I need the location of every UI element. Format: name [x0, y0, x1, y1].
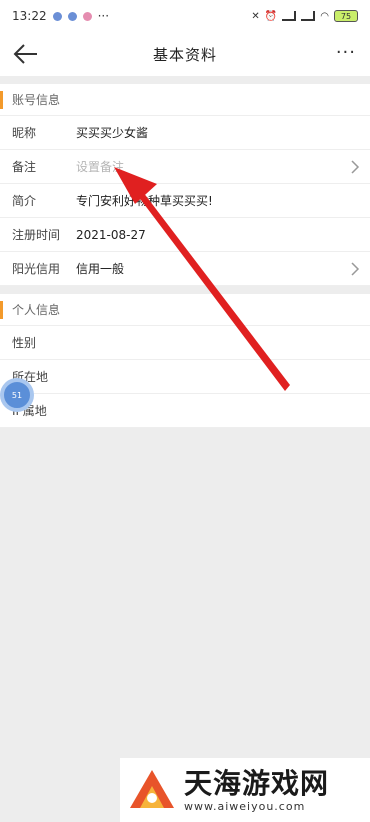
sunshine-credit-row[interactable]: 阳光信用 信用一般 — [0, 252, 370, 286]
location-row: 所在地 — [0, 360, 370, 394]
floating-ball-label: 51 — [11, 390, 23, 400]
notification-icon — [52, 11, 62, 21]
signal-icon — [282, 11, 297, 21]
account-info-section: 账号信息 昵称 买买买少女酱 备注 设置备注 简介 专门安利好物种草买买买! 注… — [0, 84, 370, 286]
nickname-value: 买买买少女酱 — [76, 126, 149, 140]
row-label: 阳光信用 — [12, 262, 61, 276]
row-label: 备注 — [12, 160, 37, 174]
back-arrow-icon[interactable] — [12, 40, 40, 68]
mute-icon: ✕ — [251, 10, 260, 22]
remark-row[interactable]: 备注 设置备注 — [0, 150, 370, 184]
floating-assistant-button[interactable]: 51 — [0, 378, 34, 412]
row-label: 简介 — [12, 194, 37, 208]
notification-icon — [82, 11, 92, 21]
battery-level: 75 — [340, 11, 352, 21]
ip-location-row: IP属地 — [0, 394, 370, 428]
notification-icon — [67, 11, 77, 21]
chevron-right-icon — [351, 160, 360, 174]
site-watermark: 天海游戏网 www.aiweiyou.com — [120, 758, 370, 822]
more-options-icon[interactable]: ··· — [336, 42, 356, 63]
more-notifications-icon: ··· — [97, 9, 110, 23]
wifi-icon: ◠ — [320, 10, 329, 22]
status-time: 13:22 — [12, 9, 47, 23]
status-bar: 13:22 ··· ✕ ⏰ ◠ 75 — [0, 0, 370, 32]
watermark-name: 天海游戏网 — [184, 766, 330, 800]
page-title: 基本资料 — [152, 45, 217, 64]
row-label: 性别 — [12, 336, 37, 350]
site-logo-icon — [130, 770, 174, 808]
battery-icon: 75 — [334, 10, 358, 22]
chevron-right-icon — [351, 262, 360, 276]
watermark-url: www.aiweiyou.com — [184, 799, 306, 813]
register-date-value: 2021-08-27 — [76, 227, 146, 242]
register-date-row: 注册时间 2021-08-27 — [0, 218, 370, 252]
signal-icon — [301, 11, 316, 21]
row-label: 注册时间 — [12, 228, 61, 242]
row-label: 昵称 — [12, 126, 37, 140]
remark-placeholder: 设置备注 — [76, 160, 125, 174]
credit-value: 信用一般 — [76, 262, 125, 276]
nickname-row: 昵称 买买买少女酱 — [0, 116, 370, 150]
section-title: 账号信息 — [0, 84, 370, 116]
bio-row: 简介 专门安利好物种草买买买! — [0, 184, 370, 218]
section-title: 个人信息 — [0, 294, 370, 326]
alarm-icon: ⏰ — [264, 10, 278, 22]
gender-row: 性别 — [0, 326, 370, 360]
personal-info-section: 个人信息 性别 所在地 IP属地 — [0, 294, 370, 428]
bio-value: 专门安利好物种草买买买! — [76, 194, 213, 208]
app-header: 基本资料 ··· — [0, 32, 370, 76]
